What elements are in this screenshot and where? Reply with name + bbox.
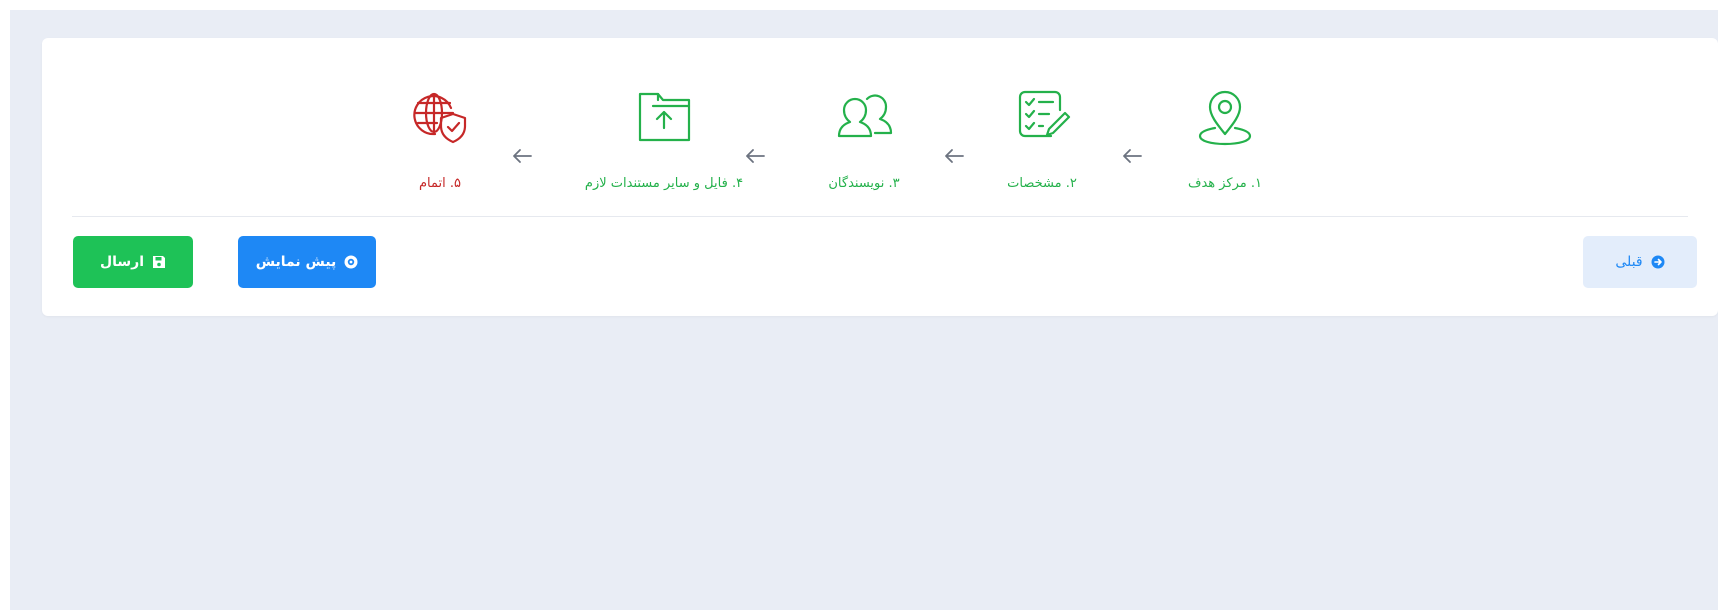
wizard-card: ۱. مرکز هدف ۲. مشخصات ۳. نویسندگان ۴. فا… (42, 38, 1718, 316)
wizard-steps: ۱. مرکز هدف ۲. مشخصات ۳. نویسندگان ۴. فا… (42, 38, 1718, 218)
step-5-label: ۵. اتمام (418, 176, 461, 191)
checklist-edit-icon (1007, 82, 1077, 152)
step-4[interactable]: ۴. فایل و سایر مستندات لازم (554, 82, 774, 191)
eye-icon (344, 255, 358, 269)
send-button[interactable]: ارسال (73, 236, 193, 288)
preview-button-label: پیش نمایش (255, 254, 337, 270)
step-3-label: ۳. نویسندگان (828, 176, 900, 191)
send-button-label: ارسال (99, 254, 145, 270)
previous-button-label: قبلی (1615, 254, 1643, 270)
folder-upload-icon (629, 82, 699, 152)
divider (72, 216, 1688, 217)
step-4-label: ۴. فایل و سایر مستندات لازم (584, 176, 744, 191)
app-background: ۱. مرکز هدف ۲. مشخصات ۳. نویسندگان ۴. فا… (10, 10, 1718, 610)
step-3[interactable]: ۳. نویسندگان (754, 82, 974, 191)
previous-button[interactable]: قبلی (1583, 236, 1697, 288)
globe-shield-icon (405, 82, 475, 152)
map-pin-icon (1190, 82, 1260, 152)
circle-arrow-icon (1651, 255, 1665, 269)
save-icon (152, 255, 166, 269)
step-5[interactable]: ۵. اتمام (330, 82, 550, 191)
preview-button[interactable]: پیش نمایش (238, 236, 376, 288)
users-icon (829, 82, 899, 152)
